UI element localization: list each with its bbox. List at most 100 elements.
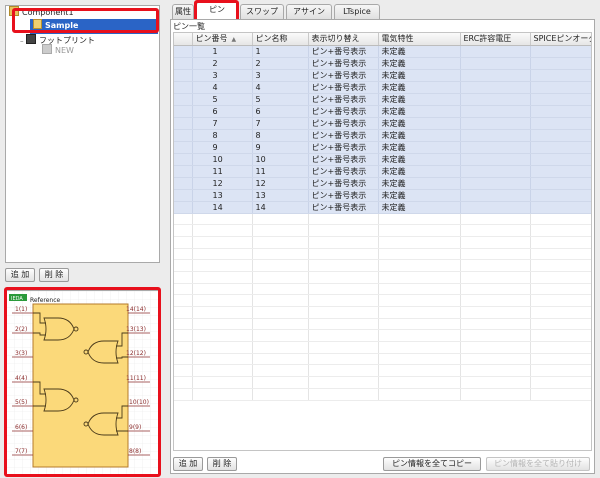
cell-pin-number[interactable]: 7 <box>192 117 253 130</box>
cell-erc[interactable] <box>460 81 531 94</box>
table-row[interactable]: 4 4 ピン+番号表示 未定義 <box>174 81 591 94</box>
cell-electrical[interactable]: 未定義 <box>378 45 461 58</box>
cell-erc[interactable] <box>460 201 531 214</box>
cell-electrical[interactable]: 未定義 <box>378 57 461 70</box>
row-header[interactable] <box>174 165 193 178</box>
row-header[interactable] <box>174 177 193 190</box>
cell-pin-number[interactable]: 12 <box>192 177 253 190</box>
table-row[interactable]: 5 5 ピン+番号表示 未定義 <box>174 93 591 106</box>
tab-attributes[interactable]: 属性 <box>172 4 194 19</box>
table-row[interactable]: 6 6 ピン+番号表示 未定義 <box>174 105 591 118</box>
col-header-electrical[interactable]: 電気特性 <box>378 33 461 46</box>
cell-electrical[interactable]: 未定義 <box>378 69 461 82</box>
cell-electrical[interactable]: 未定義 <box>378 117 461 130</box>
pin-add-button[interactable]: 追 加 <box>173 457 203 471</box>
component-tree[interactable]: Component1 Sample – フットプリント NEW <box>5 5 160 263</box>
col-header-pin-name[interactable]: ピン名称 <box>252 33 309 46</box>
cell-pin-number[interactable]: 1 <box>192 45 253 58</box>
cell-display[interactable]: ピン+番号表示 <box>308 201 379 214</box>
cell-pin-name[interactable]: 11 <box>252 165 309 178</box>
cell-pin-name[interactable]: 4 <box>252 81 309 94</box>
cell-pin-number[interactable]: 3 <box>192 69 253 82</box>
cell-spice[interactable] <box>530 141 591 154</box>
cell-spice[interactable] <box>530 129 591 142</box>
table-row[interactable]: 1 1 ピン+番号表示 未定義 <box>174 45 591 58</box>
cell-erc[interactable] <box>460 69 531 82</box>
cell-spice[interactable] <box>530 57 591 70</box>
cell-erc[interactable] <box>460 105 531 118</box>
cell-spice[interactable] <box>530 81 591 94</box>
cell-erc[interactable] <box>460 93 531 106</box>
cell-pin-name[interactable]: 13 <box>252 189 309 202</box>
cell-pin-name[interactable]: 5 <box>252 93 309 106</box>
cell-pin-number[interactable]: 10 <box>192 153 253 166</box>
row-header[interactable] <box>174 129 193 142</box>
cell-display[interactable]: ピン+番号表示 <box>308 189 379 202</box>
tab-pins[interactable]: ピン <box>196 2 238 20</box>
pin-delete-button[interactable]: 削 除 <box>207 457 237 471</box>
cell-pin-name[interactable]: 12 <box>252 177 309 190</box>
cell-erc[interactable] <box>460 177 531 190</box>
cell-pin-number[interactable]: 14 <box>192 201 253 214</box>
cell-electrical[interactable]: 未定義 <box>378 189 461 202</box>
cell-pin-name[interactable]: 8 <box>252 129 309 142</box>
tree-item-component1[interactable]: Component1 <box>9 6 74 19</box>
cell-pin-number[interactable]: 9 <box>192 141 253 154</box>
cell-electrical[interactable]: 未定義 <box>378 141 461 154</box>
cell-electrical[interactable]: 未定義 <box>378 153 461 166</box>
cell-erc[interactable] <box>460 141 531 154</box>
cell-electrical[interactable]: 未定義 <box>378 81 461 94</box>
cell-pin-name[interactable]: 9 <box>252 141 309 154</box>
cell-spice[interactable] <box>530 105 591 118</box>
paste-all-pins-button[interactable]: ピン情報を全て貼り付け <box>486 457 590 471</box>
cell-display[interactable]: ピン+番号表示 <box>308 117 379 130</box>
cell-pin-number[interactable]: 4 <box>192 81 253 94</box>
cell-pin-name[interactable]: 3 <box>252 69 309 82</box>
tree-delete-button[interactable]: 削 除 <box>39 268 69 282</box>
copy-all-pins-button[interactable]: ピン情報を全てコピー <box>383 457 481 471</box>
cell-display[interactable]: ピン+番号表示 <box>308 141 379 154</box>
cell-spice[interactable] <box>530 93 591 106</box>
row-header[interactable] <box>174 69 193 82</box>
pin-table[interactable]: ピン番号 ▲ ピン名称 表示切り替え 電気特性 ERC許容電圧 SPICEピンオー… <box>173 32 592 451</box>
cell-display[interactable]: ピン+番号表示 <box>308 69 379 82</box>
cell-spice[interactable] <box>530 177 591 190</box>
table-row[interactable]: 7 7 ピン+番号表示 未定義 <box>174 117 591 130</box>
row-header[interactable] <box>174 141 193 154</box>
cell-pin-name[interactable]: 6 <box>252 105 309 118</box>
cell-electrical[interactable]: 未定義 <box>378 201 461 214</box>
row-header[interactable] <box>174 45 193 58</box>
row-header[interactable] <box>174 153 193 166</box>
cell-pin-number[interactable]: 6 <box>192 105 253 118</box>
cell-pin-number[interactable]: 11 <box>192 165 253 178</box>
cell-pin-name[interactable]: 14 <box>252 201 309 214</box>
cell-electrical[interactable]: 未定義 <box>378 129 461 142</box>
table-row[interactable]: 3 3 ピン+番号表示 未定義 <box>174 69 591 82</box>
cell-erc[interactable] <box>460 129 531 142</box>
cell-display[interactable]: ピン+番号表示 <box>308 105 379 118</box>
col-header-erc[interactable]: ERC許容電圧 <box>460 33 531 46</box>
cell-pin-number[interactable]: 2 <box>192 57 253 70</box>
cell-erc[interactable] <box>460 165 531 178</box>
cell-pin-number[interactable]: 5 <box>192 93 253 106</box>
cell-spice[interactable] <box>530 45 591 58</box>
cell-electrical[interactable]: 未定義 <box>378 93 461 106</box>
cell-pin-name[interactable]: 2 <box>252 57 309 70</box>
cell-spice[interactable] <box>530 69 591 82</box>
pin-table-body[interactable]: 1 1 ピン+番号表示 未定義 2 2 ピン+番号表示 未定義 3 3 ピン+番号表示 未定義 4 4 ピン… <box>174 45 591 401</box>
row-header[interactable] <box>174 81 193 94</box>
row-header[interactable] <box>174 57 193 70</box>
row-header[interactable] <box>174 105 193 118</box>
cell-display[interactable]: ピン+番号表示 <box>308 129 379 142</box>
cell-spice[interactable] <box>530 201 591 214</box>
pin-table-grid[interactable]: ピン番号 ▲ ピン名称 表示切り替え 電気特性 ERC許容電圧 SPICEピンオー… <box>174 33 591 401</box>
table-row[interactable]: 11 11 ピン+番号表示 未定義 <box>174 165 591 178</box>
cell-display[interactable]: ピン+番号表示 <box>308 153 379 166</box>
cell-pin-number[interactable]: 8 <box>192 129 253 142</box>
tree-add-button[interactable]: 追 加 <box>5 268 35 282</box>
cell-spice[interactable] <box>530 189 591 202</box>
table-row[interactable]: 2 2 ピン+番号表示 未定義 <box>174 57 591 70</box>
table-row[interactable]: 12 12 ピン+番号表示 未定義 <box>174 177 591 190</box>
cell-erc[interactable] <box>460 117 531 130</box>
cell-erc[interactable] <box>460 189 531 202</box>
